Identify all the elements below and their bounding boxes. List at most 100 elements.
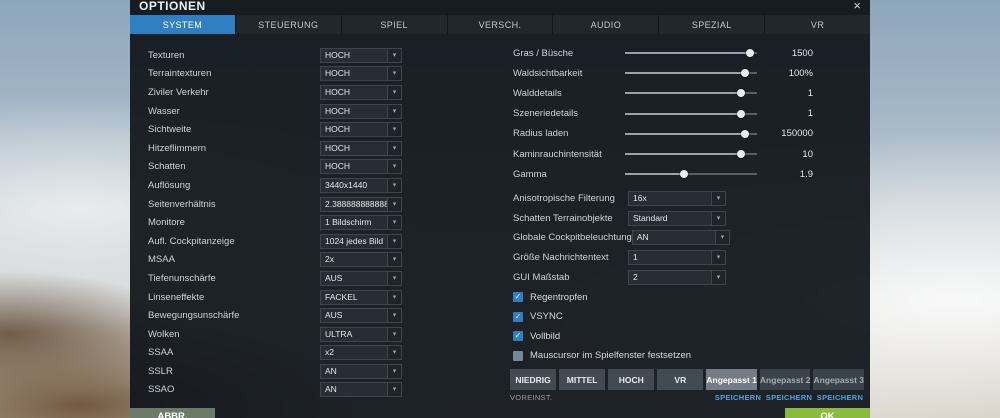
slider-fill (625, 132, 746, 135)
raindrops-checkbox[interactable] (513, 292, 523, 303)
tab-versch[interactable]: VERSCH. (447, 15, 553, 34)
slider-value: 1 (807, 87, 813, 99)
preset-angepasst2-button[interactable]: Angepasst 2 (759, 369, 811, 390)
msaa-dropdown[interactable]: 2x ▾ (320, 252, 402, 268)
sslr-dropdown[interactable]: AN ▾ (320, 363, 402, 379)
ssaa-dropdown[interactable]: x2 ▾ (320, 345, 402, 361)
aufloesung-dropdown[interactable]: 3440x1440 ▾ (320, 177, 402, 193)
slider-handle[interactable] (741, 69, 750, 78)
chevron-down-icon: ▾ (387, 123, 401, 137)
preset-row: NIEDRIG MITTEL HOCH VR Angepasst 1 Angep… (510, 369, 865, 390)
setting-row: MSAA 2x ▾ (148, 251, 402, 270)
save-angepasst1-link[interactable]: SPEICHERN (715, 393, 761, 402)
preset-hoch-button[interactable]: HOCH (608, 369, 655, 390)
cockpitanzeige-dropdown[interactable]: 1024 jedes Bild ▾ (320, 233, 402, 249)
ok-button[interactable]: OK (785, 408, 870, 418)
slider-handle[interactable] (737, 89, 746, 98)
chevron-down-icon: ▾ (387, 290, 401, 304)
graphics-column: Gras / Büsche 1500 Waldsichtbarkeit 100% W… (513, 43, 813, 365)
dropdown-value: AUS (325, 272, 343, 283)
slider-handle[interactable] (680, 170, 689, 179)
wasser-dropdown[interactable]: HOCH ▾ (320, 103, 402, 119)
cancel-button[interactable]: ABBR. (130, 408, 215, 418)
slider-handle[interactable] (737, 109, 746, 118)
chevron-down-icon: ▾ (387, 85, 401, 99)
setting-label: Sichtweite (148, 124, 192, 136)
chimney-smoke-slider[interactable] (625, 147, 757, 161)
preset-vr-button[interactable]: VR (657, 369, 704, 390)
ziviler-verkehr-dropdown[interactable]: HOCH ▾ (320, 84, 402, 100)
bewegungsunschaerfe-dropdown[interactable]: AUS ▾ (320, 308, 402, 324)
slider-fill (625, 92, 742, 95)
hitzeflimmern-dropdown[interactable]: HOCH ▾ (320, 140, 402, 156)
preset-mittel-button[interactable]: MITTEL (559, 369, 606, 390)
dropdown-value: 16x (633, 192, 647, 203)
wolken-dropdown[interactable]: ULTRA ▾ (320, 326, 402, 342)
dropdown-value: 1024 jedes Bild (325, 235, 384, 246)
checkbox-label: Regentropfen (530, 291, 588, 303)
tab-steuerung[interactable]: STEUERUNG (235, 15, 341, 34)
close-icon[interactable]: × (853, 0, 861, 12)
gui-scale-dropdown[interactable]: 2 ▾ (628, 269, 726, 285)
chevron-down-icon: ▾ (387, 141, 401, 155)
tab-vr[interactable]: VR (765, 15, 871, 34)
setting-label: Größe Nachrichtentext (513, 252, 609, 264)
setting-label: SSLR (148, 365, 173, 377)
save-angepasst2-link[interactable]: SPEICHERN (766, 393, 812, 402)
monitore-dropdown[interactable]: 1 Bildschirm ▾ (320, 215, 402, 231)
scenery-details-slider[interactable] (625, 107, 757, 121)
setting-label: SSAA (148, 347, 174, 359)
preset-niedrig-button[interactable]: NIEDRIG (510, 369, 557, 390)
tab-spiel[interactable]: SPIEL (341, 15, 447, 34)
slider-handle[interactable] (746, 49, 755, 58)
chevron-down-icon: ▾ (387, 67, 401, 81)
load-radius-slider[interactable] (625, 127, 757, 141)
tiefenunschaerfe-dropdown[interactable]: AUS ▾ (320, 270, 402, 286)
sichtweite-dropdown[interactable]: HOCH ▾ (320, 122, 402, 138)
preset-sub-row: VOREINST. SPEICHERN SPEICHERN SPEICHERN (510, 393, 864, 402)
slider-fill (625, 112, 742, 115)
schatten-dropdown[interactable]: HOCH ▾ (320, 159, 402, 175)
chevron-down-icon: ▾ (387, 104, 401, 118)
fullscreen-checkbox[interactable] (513, 331, 523, 342)
slider-handle[interactable] (737, 150, 746, 159)
checkbox-group: Regentropfen VSYNC Vollbild Mauscursor i… (513, 287, 813, 365)
setting-label: Auflösung (148, 179, 191, 191)
setting-row: Schatten Terrainobjekte Standard ▾ (513, 208, 813, 228)
preset-angepasst3-button[interactable]: Angepasst 3 (813, 369, 865, 390)
options-window: OPTIONEN × SYSTEM STEUERUNG SPIEL VERSCH… (130, 0, 871, 418)
chevron-down-icon: ▾ (387, 234, 401, 248)
forest-visibility-slider[interactable] (625, 66, 757, 80)
gamma-slider[interactable] (625, 167, 757, 181)
setting-row: Linseneffekte FACKEL ▾ (148, 288, 402, 307)
tab-audio[interactable]: AUDIO (553, 15, 659, 34)
setting-label: SSAO (148, 384, 175, 396)
forest-details-slider[interactable] (625, 86, 757, 100)
setting-row: Texturen HOCH ▾ (148, 46, 402, 65)
terrain-shadow-dropdown[interactable]: Standard ▾ (628, 210, 726, 226)
message-text-size-dropdown[interactable]: 1 ▾ (628, 250, 726, 266)
preset-angepasst1-button[interactable]: Angepasst 1 (706, 369, 757, 390)
save-angepasst3-link[interactable]: SPEICHERN (817, 393, 863, 402)
dropdown-value: 2.38888888888889 (325, 198, 387, 209)
cockpit-lighting-dropdown[interactable]: AN ▾ (631, 230, 730, 246)
texturen-dropdown[interactable]: HOCH ▾ (320, 47, 402, 63)
dropdown-value: AN (325, 384, 337, 395)
slider-label: Kaminrauchintensität (513, 148, 602, 160)
chevron-down-icon: ▾ (387, 364, 401, 378)
screen: OPTIONEN × SYSTEM STEUERUNG SPIEL VERSCH… (0, 0, 1000, 418)
anisotropic-filter-dropdown[interactable]: 16x ▾ (628, 190, 726, 206)
linseneffekte-dropdown[interactable]: FACKEL ▾ (320, 289, 402, 305)
chevron-down-icon: ▾ (387, 216, 401, 230)
slider-handle[interactable] (741, 129, 750, 138)
vsync-checkbox[interactable] (513, 311, 523, 322)
grass-bushes-slider[interactable] (625, 46, 757, 60)
mouse-lock-checkbox[interactable] (513, 350, 523, 361)
tab-spezial[interactable]: SPEZIAL (659, 15, 765, 34)
ssao-dropdown[interactable]: AN ▾ (320, 382, 402, 398)
tab-system[interactable]: SYSTEM (130, 15, 235, 34)
terraintexturen-dropdown[interactable]: HOCH ▾ (320, 66, 402, 82)
seitenverhaeltnis-dropdown[interactable]: 2.38888888888889▾ (320, 196, 402, 212)
setting-row: GUI Maßstab 2 ▾ (513, 268, 813, 288)
